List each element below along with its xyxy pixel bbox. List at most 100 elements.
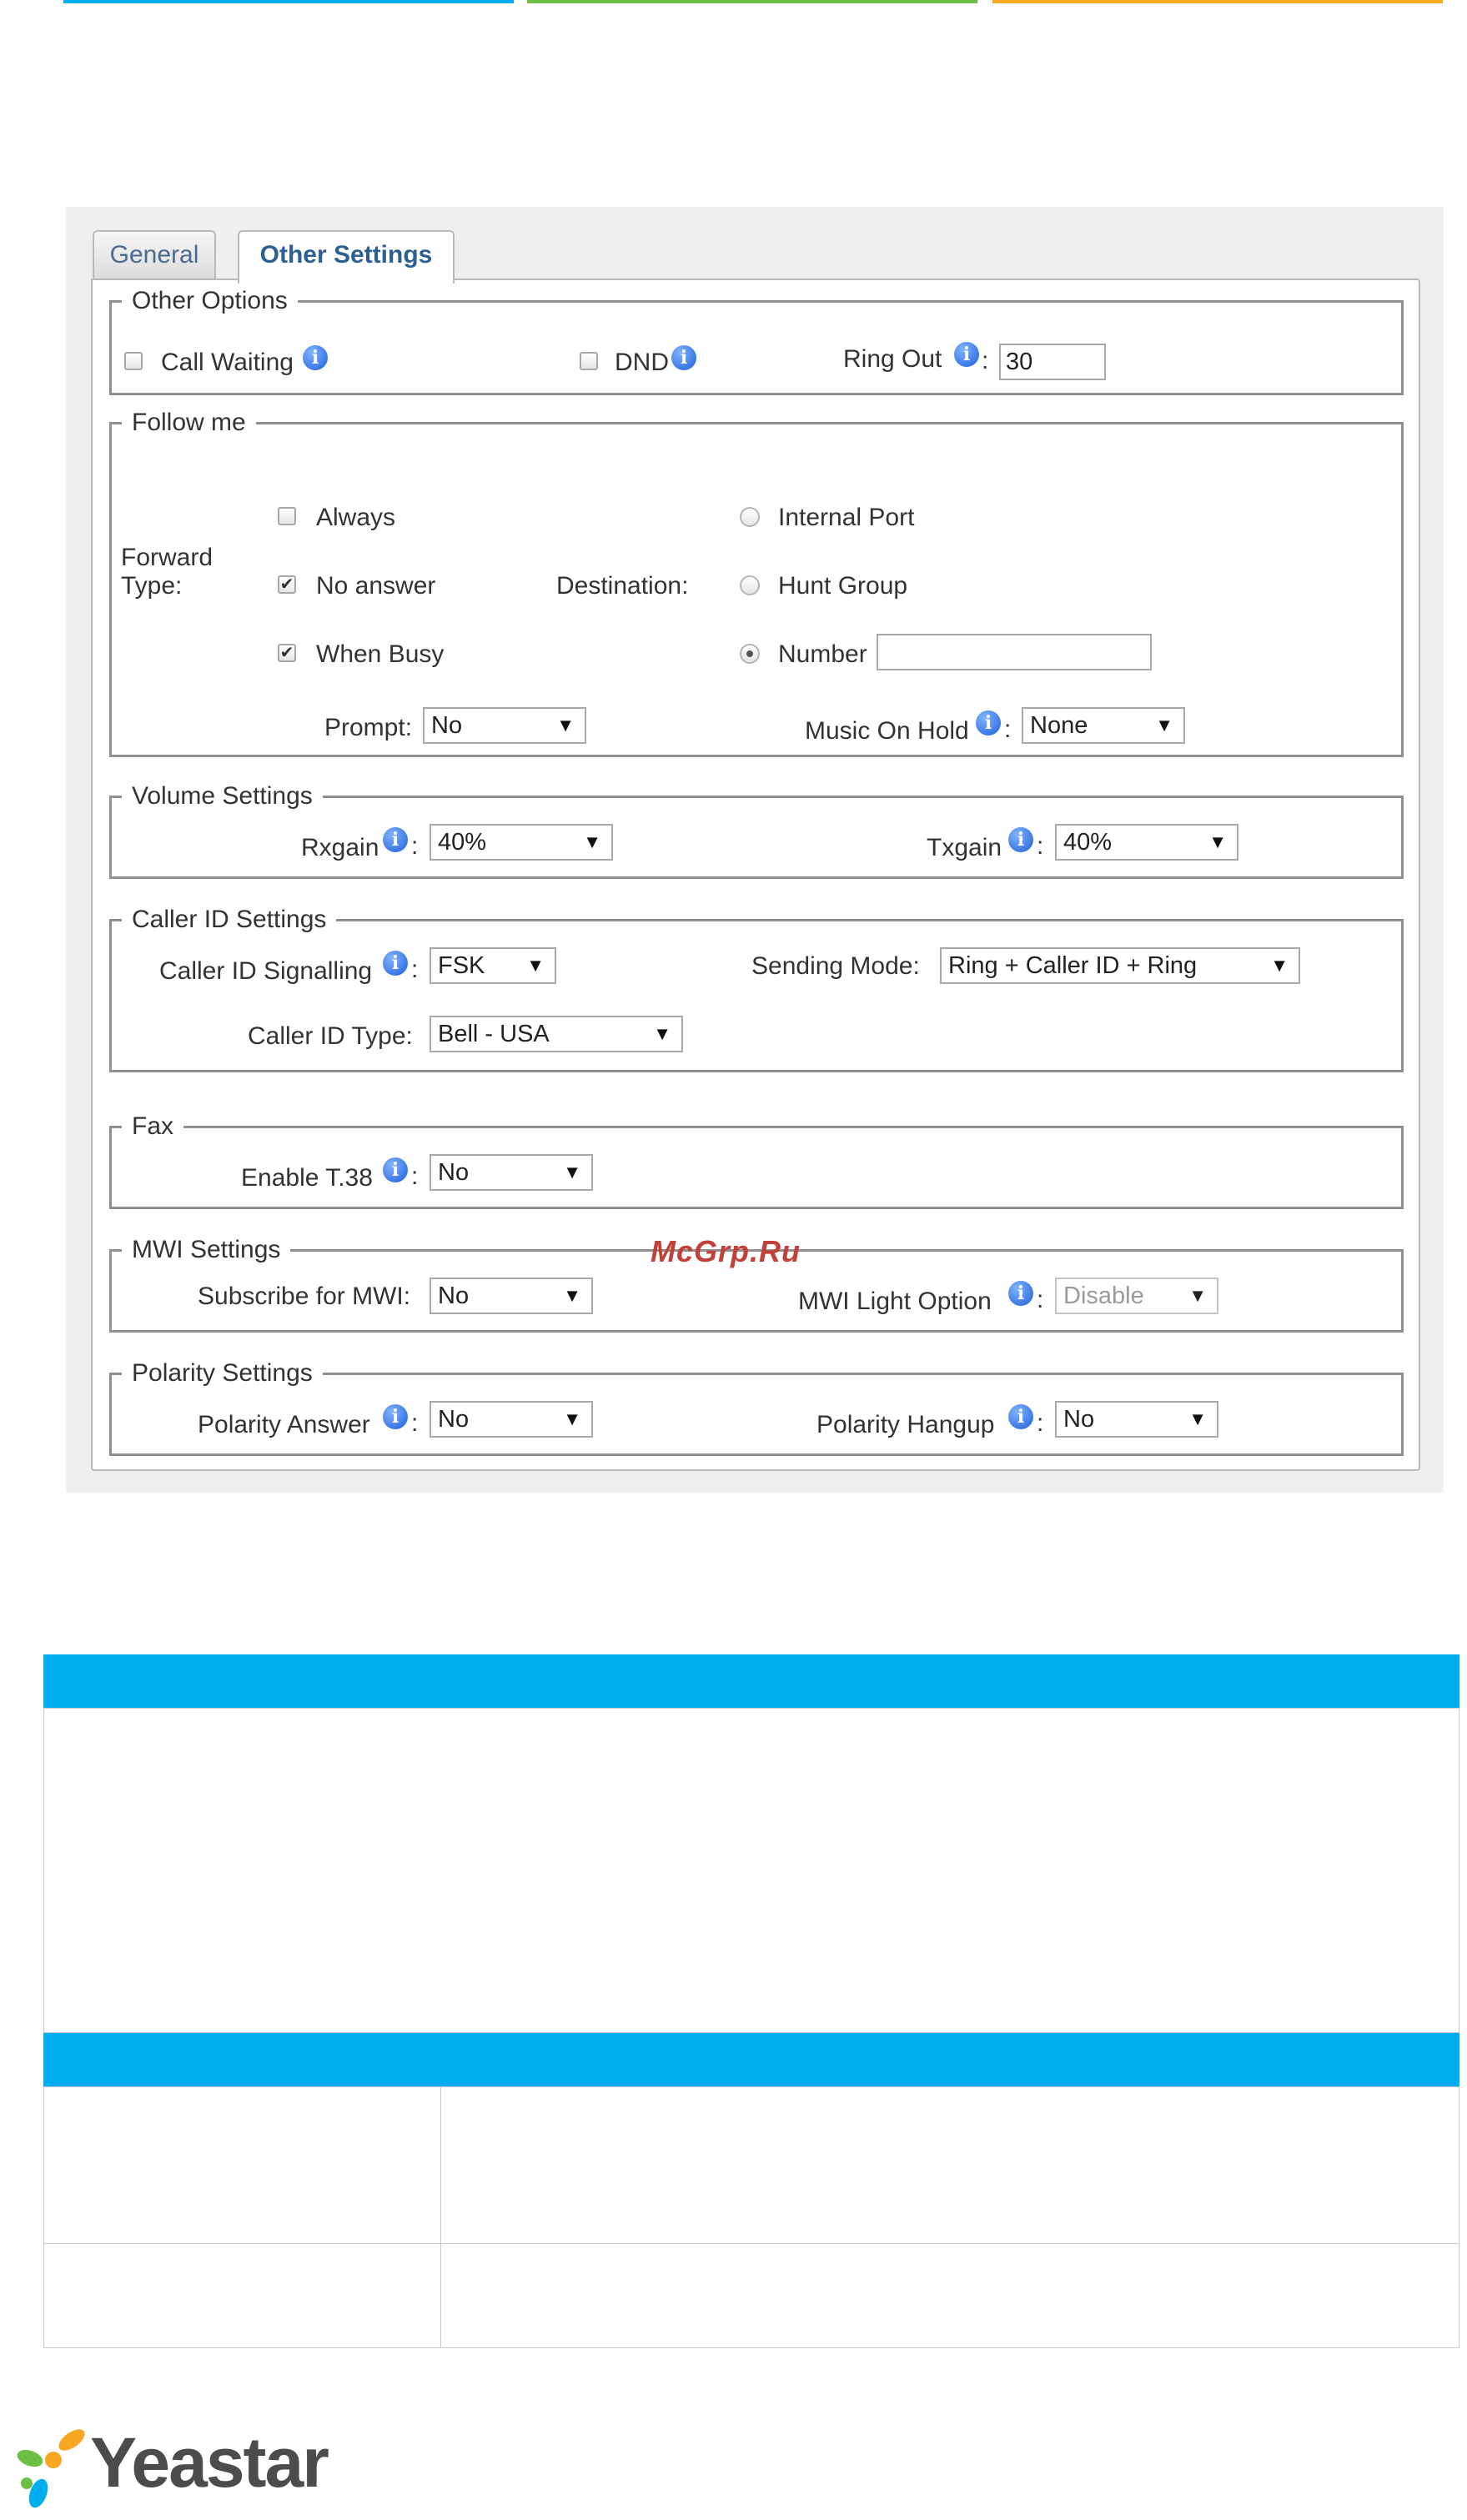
dnd-checkbox[interactable] (580, 352, 598, 370)
enable-t38-info-icon[interactable]: i (383, 1157, 408, 1182)
polarity-answer-info-icon[interactable]: i (383, 1404, 408, 1429)
dnd-info-icon[interactable]: i (671, 345, 696, 370)
chevron-down-icon: ▼ (563, 1162, 581, 1182)
parameter-table (43, 2086, 1459, 2348)
polarity-hangup-value: No (1063, 1406, 1095, 1433)
internal-port-radio[interactable] (740, 507, 760, 527)
forward-type-label-1: Forward (121, 544, 214, 571)
when-busy-label: When Busy (316, 640, 445, 668)
polarity-settings-legend: Polarity Settings (132, 1359, 313, 1387)
yeastar-logo-icon (17, 2429, 85, 2508)
yeastar-logo-text: Yeastar (90, 2423, 329, 2502)
caller-id-settings-legend: Caller ID Settings (132, 906, 327, 933)
caller-id-signalling-label: Caller ID Signalling (159, 957, 373, 985)
caller-id-type-value: Bell - USA (438, 1021, 550, 1047)
chevron-down-icon: ▼ (563, 1408, 581, 1429)
polarity-answer-value: No (438, 1406, 470, 1433)
sending-mode-value: Ring + Caller ID + Ring (948, 952, 1198, 979)
subscribe-mwi-label: Subscribe for MWI: (198, 1283, 411, 1310)
enable-t38-select[interactable]: No ▼ (430, 1154, 593, 1191)
chevron-down-icon: ▼ (653, 1023, 671, 1044)
volume-settings-legend: Volume Settings (132, 782, 313, 810)
fax-group: Fax (109, 1114, 1404, 1209)
txgain-select[interactable]: 40% ▼ (1055, 824, 1238, 861)
call-waiting-label: Call Waiting (161, 349, 294, 376)
enable-t38-label: Enable T.38 (241, 1164, 373, 1192)
table-header-bar-1 (43, 1654, 1459, 1708)
chevron-down-icon: ▼ (583, 831, 601, 852)
call-waiting-checkbox[interactable] (124, 352, 143, 370)
music-on-hold-value: None (1030, 712, 1088, 739)
table-header-bar-2 (43, 2033, 1459, 2086)
sending-mode-select[interactable]: Ring + Caller ID + Ring ▼ (940, 947, 1300, 984)
mwi-light-info-icon[interactable]: i (1008, 1281, 1033, 1306)
polarity-hangup-select[interactable]: No ▼ (1055, 1401, 1218, 1438)
no-answer-label: No answer (316, 572, 436, 600)
subscribe-mwi-select[interactable]: No ▼ (430, 1278, 593, 1314)
number-label: Number (778, 640, 867, 668)
rxgain-colon: : (411, 832, 419, 860)
top-bar-blue (63, 0, 514, 3)
top-bar-green (527, 0, 977, 3)
call-waiting-info-icon[interactable]: i (303, 345, 328, 370)
chevron-down-icon: ▼ (1270, 955, 1289, 976)
mwi-light-value: Disable (1063, 1283, 1144, 1309)
enable-t38-colon: : (411, 1162, 419, 1190)
mwi-settings-legend: MWI Settings (132, 1236, 281, 1263)
polarity-answer-select[interactable]: No ▼ (430, 1401, 593, 1438)
no-answer-checkbox[interactable]: ✔ (278, 575, 296, 594)
chevron-down-icon: ▼ (526, 955, 545, 976)
other-options-legend: Other Options (132, 287, 288, 314)
table-row-divider (43, 2243, 1459, 2244)
ring-out-info-icon[interactable]: i (954, 342, 979, 367)
chevron-down-icon: ▼ (1208, 831, 1227, 852)
polarity-hangup-label: Polarity Hangup (816, 1411, 995, 1438)
chevron-down-icon: ▼ (1155, 715, 1173, 735)
forward-type-label-2: Type: (121, 572, 183, 600)
subscribe-mwi-value: No (438, 1283, 470, 1309)
prompt-select[interactable]: No ▼ (423, 707, 586, 744)
caller-id-signalling-select[interactable]: FSK ▼ (430, 947, 556, 984)
hunt-group-label: Hunt Group (778, 572, 908, 600)
chevron-down-icon: ▼ (556, 715, 575, 735)
destination-label: Destination: (556, 572, 689, 600)
music-on-hold-label: Music On Hold (805, 717, 969, 745)
always-checkbox[interactable] (278, 507, 296, 525)
txgain-value: 40% (1063, 829, 1113, 856)
tab-other-settings[interactable]: Other Settings (238, 230, 455, 284)
ring-out-colon: : (982, 347, 989, 374)
table-column-divider (440, 2086, 441, 2348)
music-on-hold-colon: : (1004, 715, 1012, 743)
txgain-colon: : (1037, 832, 1044, 860)
sending-mode-label: Sending Mode: (751, 952, 920, 980)
number-input[interactable] (877, 634, 1152, 670)
tab-general[interactable]: General (93, 230, 216, 279)
rxgain-select[interactable]: 40% ▼ (430, 824, 613, 861)
prompt-value: No (431, 712, 463, 739)
ring-out-input[interactable]: 30 (999, 344, 1106, 380)
rxgain-label: Rxgain (301, 834, 379, 861)
number-radio[interactable] (740, 644, 760, 664)
follow-me-legend: Follow me (132, 409, 246, 436)
prompt-label: Prompt: (324, 714, 413, 741)
polarity-answer-colon: : (411, 1409, 419, 1437)
polarity-answer-label: Polarity Answer (198, 1411, 370, 1438)
rxgain-value: 40% (438, 829, 487, 856)
caller-id-type-select[interactable]: Bell - USA ▼ (430, 1016, 683, 1052)
music-on-hold-select[interactable]: None ▼ (1022, 707, 1185, 744)
enable-t38-value: No (438, 1159, 470, 1186)
watermark: McGrp.Ru (651, 1234, 801, 1268)
when-busy-checkbox[interactable]: ✔ (278, 644, 296, 662)
txgain-info-icon[interactable]: i (1008, 827, 1033, 852)
mwi-light-select[interactable]: Disable ▼ (1055, 1278, 1218, 1314)
music-on-hold-info-icon[interactable]: i (976, 710, 1001, 735)
ring-out-label: Ring Out (843, 345, 942, 373)
caller-id-signalling-value: FSK (438, 952, 485, 979)
rxgain-info-icon[interactable]: i (383, 827, 408, 852)
hunt-group-radio[interactable] (740, 575, 760, 595)
polarity-hangup-info-icon[interactable]: i (1008, 1404, 1033, 1429)
caller-id-signalling-info-icon[interactable]: i (383, 951, 408, 976)
other-options-group: Other Options (109, 289, 1404, 395)
chevron-down-icon: ▼ (1188, 1408, 1207, 1429)
dnd-label: DND (615, 349, 669, 376)
